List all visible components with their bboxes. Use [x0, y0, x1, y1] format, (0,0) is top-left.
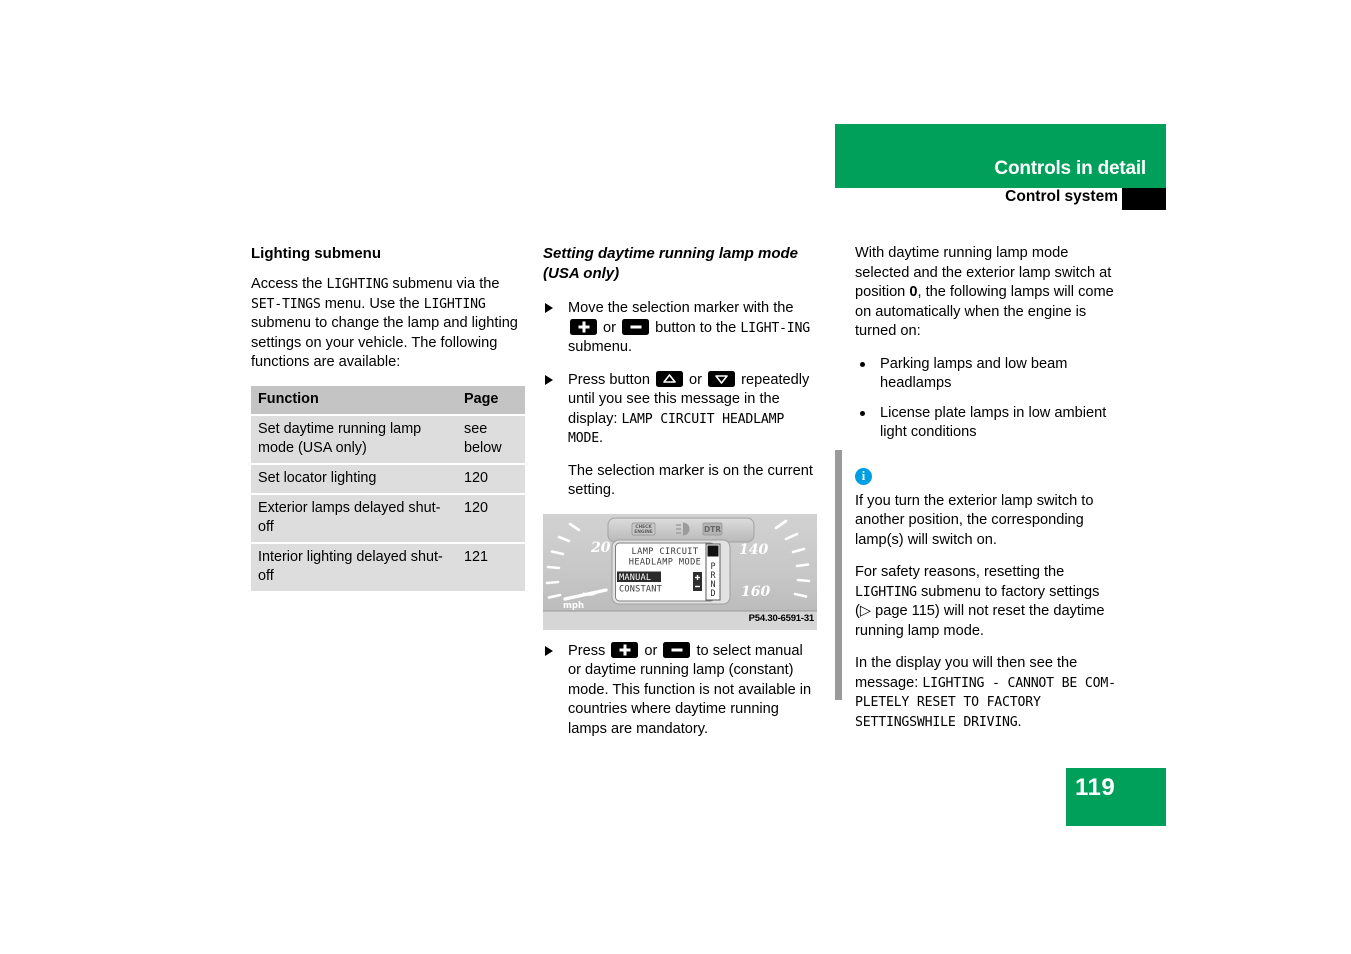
- cell-function: Set locator lighting: [251, 463, 457, 495]
- middle-column: Setting daytime running lamp mode (USA o…: [543, 244, 819, 752]
- step3-text-1: Press: [568, 642, 610, 659]
- svg-text:D: D: [710, 588, 715, 598]
- step1-mono-lighting-1: LIGHT-: [740, 320, 787, 336]
- plus-button-icon: [570, 318, 597, 335]
- minus-bar-horizontal: [630, 325, 642, 328]
- step-arrow-icon: [545, 645, 553, 656]
- list-item: License plate lamps in low ambient light…: [855, 404, 1117, 443]
- intro-mono-settings-2: TINGS: [281, 296, 321, 312]
- intro-text-4: submenu to change the lamp and lighting …: [251, 315, 518, 370]
- up-button-icon: [656, 370, 683, 387]
- minus-button-icon: [663, 641, 691, 658]
- plus-bar-vertical: [623, 644, 627, 655]
- cell-page: 120: [457, 493, 525, 544]
- table-row: Set locator lighting 120: [251, 463, 525, 495]
- cell-function: Interior lighting delayed shut-off: [251, 542, 457, 593]
- note2-mono-lighting: LIGHTING: [855, 584, 917, 600]
- middle-column-heading: Setting daytime running lamp mode (USA o…: [543, 245, 799, 282]
- cell-page: see below: [457, 414, 525, 465]
- step-arrow-icon: [545, 303, 553, 313]
- minus-bar-horizontal: [671, 648, 683, 651]
- note3-mono-line-1: LIGHTING - CANNOT BE COM-: [922, 675, 1116, 691]
- svg-text:MANUAL: MANUAL: [619, 573, 651, 583]
- table-row: Interior lighting delayed shut-off 121: [251, 542, 525, 593]
- column-header-page: Page: [457, 385, 525, 416]
- svg-text:mph: mph: [563, 601, 584, 611]
- column-header-function: Function: [251, 385, 457, 416]
- table-header-row: Function Page: [251, 385, 525, 416]
- page-number-badge: 119: [1066, 768, 1166, 826]
- instrument-cluster-figure: CHECK ENGINE DTR 20 mph 140 160 LAMP CIR…: [543, 513, 817, 630]
- intro-text-2: submenu via the: [388, 276, 500, 292]
- left-column-heading: Lighting submenu: [251, 245, 381, 262]
- step-arrow-icon: [545, 374, 553, 385]
- manual-page: Controls in detail Control system Lighti…: [0, 0, 1351, 954]
- note2-text-1: For safety reasons, resetting the: [855, 564, 1065, 580]
- figure-caption: P54.30-6591-31: [748, 613, 815, 624]
- intro-mono-lighting-2: LIGHTING: [423, 296, 486, 312]
- step-press-to-select-mode: Press or to select manual or daytime run…: [543, 641, 819, 740]
- page-number: 119: [1075, 774, 1116, 801]
- daytime-mode-description: With daytime running lamp mode selected …: [855, 244, 1117, 342]
- svg-text:DTR: DTR: [704, 525, 721, 534]
- section-title: Control system: [1005, 188, 1118, 205]
- svg-text:HEADLAMP MODE: HEADLAMP MODE: [629, 557, 701, 567]
- intro-text-3: menu. Use the: [320, 295, 424, 312]
- svg-text:ENGINE: ENGINE: [634, 529, 653, 535]
- step2-text-4: .: [598, 430, 604, 446]
- right-column: With daytime running lamp mode selected …: [855, 244, 1117, 732]
- note-paragraph-2: For safety reasons, resetting the LIGHTI…: [855, 563, 1117, 641]
- step1-text-4: submenu.: [568, 339, 633, 355]
- chapter-header-bar: Controls in detail: [835, 124, 1166, 188]
- bullet-dot-icon: [860, 410, 865, 416]
- left-column: Lighting submenu Access the LIGHTING sub…: [251, 244, 525, 593]
- step2-text-1: Press button: [568, 371, 654, 388]
- plus-bar-vertical: [582, 321, 585, 332]
- step-move-selection-marker: Move the selection marker with the or bu…: [543, 299, 819, 358]
- cell-function: Set daytime running lamp mode (USA only): [251, 414, 457, 465]
- lighting-submenu-intro: Access the LIGHTING submenu via the SET-…: [251, 275, 525, 373]
- cell-page: 121: [457, 542, 525, 593]
- cell-page: 120: [457, 463, 525, 495]
- step-press-button-until-message: Press button or repeatedly until you see…: [543, 370, 819, 449]
- intro-mono-settings-1: SET-: [251, 296, 282, 312]
- table-row: Set daytime running lamp mode (USA only)…: [251, 414, 525, 465]
- bullet-text: License plate lamps in low ambient light…: [880, 404, 1107, 441]
- step1-mono-lighting-2: ING: [786, 320, 811, 336]
- step2-text-2: or: [685, 371, 707, 388]
- note-paragraph-3: In the display you will then see the mes…: [855, 654, 1117, 732]
- step3-text-2: or: [640, 642, 662, 659]
- functions-table: Function Page Set daytime running lamp m…: [251, 385, 525, 593]
- section-header-row: Control system: [835, 188, 1166, 210]
- note3-mono-line-3: WHILE DRIVING: [916, 714, 1018, 730]
- step1-text-3: button to the: [651, 319, 741, 336]
- svg-text:CONSTANT: CONSTANT: [619, 584, 662, 594]
- bullet-text: Parking lamps and low beam headlamps: [880, 355, 1068, 392]
- step1-text-2: or: [599, 319, 621, 336]
- note3-text-2: sage:: [882, 674, 923, 691]
- svg-text:140: 140: [739, 542, 768, 558]
- note-side-bar: [835, 450, 842, 700]
- svg-text:20: 20: [590, 540, 611, 556]
- svg-text:160: 160: [741, 584, 770, 600]
- down-button-icon: [708, 370, 736, 387]
- intro-text-1: Access the: [251, 276, 327, 292]
- list-item: Parking lamps and low beam headlamps: [855, 355, 1117, 394]
- step2-followup-note: The selection marker is on the current s…: [568, 462, 813, 499]
- info-note: i If you turn the exterior lamp switch t…: [855, 467, 1117, 733]
- info-icon: i: [855, 467, 872, 485]
- cell-function: Exterior lamps delayed shut-off: [251, 493, 457, 544]
- intro-mono-lighting-1: LIGHTING: [326, 277, 389, 292]
- step1-text-1: Move the selection marker with the: [568, 300, 794, 316]
- section-thumb-tab: [1122, 188, 1166, 210]
- table-row: Exterior lamps delayed shut-off 120: [251, 493, 525, 544]
- note-paragraph-1: If you turn the exterior lamp switch to …: [855, 492, 1094, 548]
- bullet-dot-icon: [860, 361, 865, 367]
- minus-button-icon: [622, 318, 650, 335]
- svg-text:LAMP CIRCUIT: LAMP CIRCUIT: [632, 547, 699, 557]
- plus-button-icon: [611, 641, 639, 658]
- chapter-title: Controls in detail: [994, 158, 1146, 179]
- note3-text-3: .: [1017, 713, 1022, 730]
